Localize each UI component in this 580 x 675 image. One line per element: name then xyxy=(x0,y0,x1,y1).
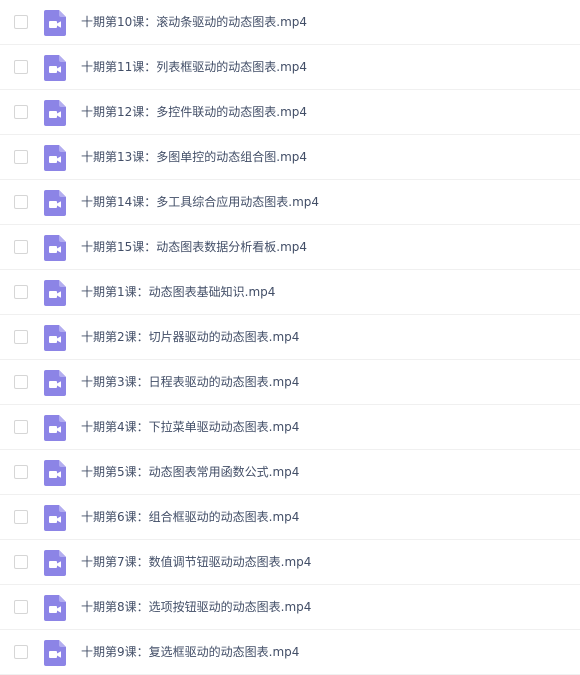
file-name[interactable]: 十期第5课：动态图表常用函数公式.mp4 xyxy=(81,450,299,495)
select-checkbox[interactable] xyxy=(14,195,28,209)
select-checkbox[interactable] xyxy=(14,240,28,254)
video-file-icon xyxy=(44,100,66,126)
select-checkbox[interactable] xyxy=(14,330,28,344)
video-file-icon xyxy=(44,145,66,171)
list-item[interactable]: 十期第14课：多工具综合应用动态图表.mp4 xyxy=(0,180,580,225)
list-item[interactable]: 十期第2课：切片器驱动的动态图表.mp4 xyxy=(0,315,580,360)
select-checkbox[interactable] xyxy=(14,150,28,164)
list-item[interactable]: 十期第5课：动态图表常用函数公式.mp4 xyxy=(0,450,580,495)
list-item[interactable]: 十期第4课：下拉菜单驱动动态图表.mp4 xyxy=(0,405,580,450)
video-file-icon xyxy=(44,415,66,441)
video-file-icon xyxy=(44,55,66,81)
video-file-icon xyxy=(44,10,66,36)
file-name[interactable]: 十期第10课：滚动条驱动的动态图表.mp4 xyxy=(81,0,307,45)
video-file-icon xyxy=(44,505,66,531)
file-name[interactable]: 十期第12课：多控件联动的动态图表.mp4 xyxy=(81,90,307,135)
list-item[interactable]: 十期第6课：组合框驱动的动态图表.mp4 xyxy=(0,495,580,540)
list-item[interactable]: 十期第10课：滚动条驱动的动态图表.mp4 xyxy=(0,0,580,45)
file-name[interactable]: 十期第14课：多工具综合应用动态图表.mp4 xyxy=(81,180,319,225)
file-name[interactable]: 十期第11课：列表框驱动的动态图表.mp4 xyxy=(81,45,307,90)
file-name[interactable]: 十期第3课：日程表驱动的动态图表.mp4 xyxy=(81,360,299,405)
select-checkbox[interactable] xyxy=(14,105,28,119)
file-name[interactable]: 十期第15课：动态图表数据分析看板.mp4 xyxy=(81,225,307,270)
select-checkbox[interactable] xyxy=(14,420,28,434)
video-file-icon xyxy=(44,235,66,261)
file-name[interactable]: 十期第13课：多图单控的动态组合图.mp4 xyxy=(81,135,307,180)
video-file-icon xyxy=(44,325,66,351)
list-item[interactable]: 十期第13课：多图单控的动态组合图.mp4 xyxy=(0,135,580,180)
select-checkbox[interactable] xyxy=(14,555,28,569)
select-checkbox[interactable] xyxy=(14,15,28,29)
list-item[interactable]: 十期第9课：复选框驱动的动态图表.mp4 xyxy=(0,630,580,675)
select-checkbox[interactable] xyxy=(14,510,28,524)
video-file-icon xyxy=(44,190,66,216)
list-item[interactable]: 十期第12课：多控件联动的动态图表.mp4 xyxy=(0,90,580,135)
list-item[interactable]: 十期第15课：动态图表数据分析看板.mp4 xyxy=(0,225,580,270)
file-name[interactable]: 十期第9课：复选框驱动的动态图表.mp4 xyxy=(81,630,299,675)
file-name[interactable]: 十期第7课：数值调节钮驱动动态图表.mp4 xyxy=(81,540,311,585)
select-checkbox[interactable] xyxy=(14,645,28,659)
video-file-icon xyxy=(44,640,66,666)
select-checkbox[interactable] xyxy=(14,600,28,614)
file-name[interactable]: 十期第4课：下拉菜单驱动动态图表.mp4 xyxy=(81,405,299,450)
list-item[interactable]: 十期第11课：列表框驱动的动态图表.mp4 xyxy=(0,45,580,90)
list-item[interactable]: 十期第1课：动态图表基础知识.mp4 xyxy=(0,270,580,315)
select-checkbox[interactable] xyxy=(14,465,28,479)
file-name[interactable]: 十期第2课：切片器驱动的动态图表.mp4 xyxy=(81,315,299,360)
select-checkbox[interactable] xyxy=(14,60,28,74)
video-file-icon xyxy=(44,460,66,486)
video-file-icon xyxy=(44,280,66,306)
video-file-icon xyxy=(44,550,66,576)
video-file-icon xyxy=(44,595,66,621)
select-checkbox[interactable] xyxy=(14,375,28,389)
list-item[interactable]: 十期第7课：数值调节钮驱动动态图表.mp4 xyxy=(0,540,580,585)
list-item[interactable]: 十期第3课：日程表驱动的动态图表.mp4 xyxy=(0,360,580,405)
file-name[interactable]: 十期第8课：选项按钮驱动的动态图表.mp4 xyxy=(81,585,311,630)
select-checkbox[interactable] xyxy=(14,285,28,299)
video-file-icon xyxy=(44,370,66,396)
list-item[interactable]: 十期第8课：选项按钮驱动的动态图表.mp4 xyxy=(0,585,580,630)
file-name[interactable]: 十期第1课：动态图表基础知识.mp4 xyxy=(81,270,275,315)
file-name[interactable]: 十期第6课：组合框驱动的动态图表.mp4 xyxy=(81,495,299,540)
file-list: 十期第10课：滚动条驱动的动态图表.mp4 十期第11课：列表框驱动的动态图表.m… xyxy=(0,0,580,675)
